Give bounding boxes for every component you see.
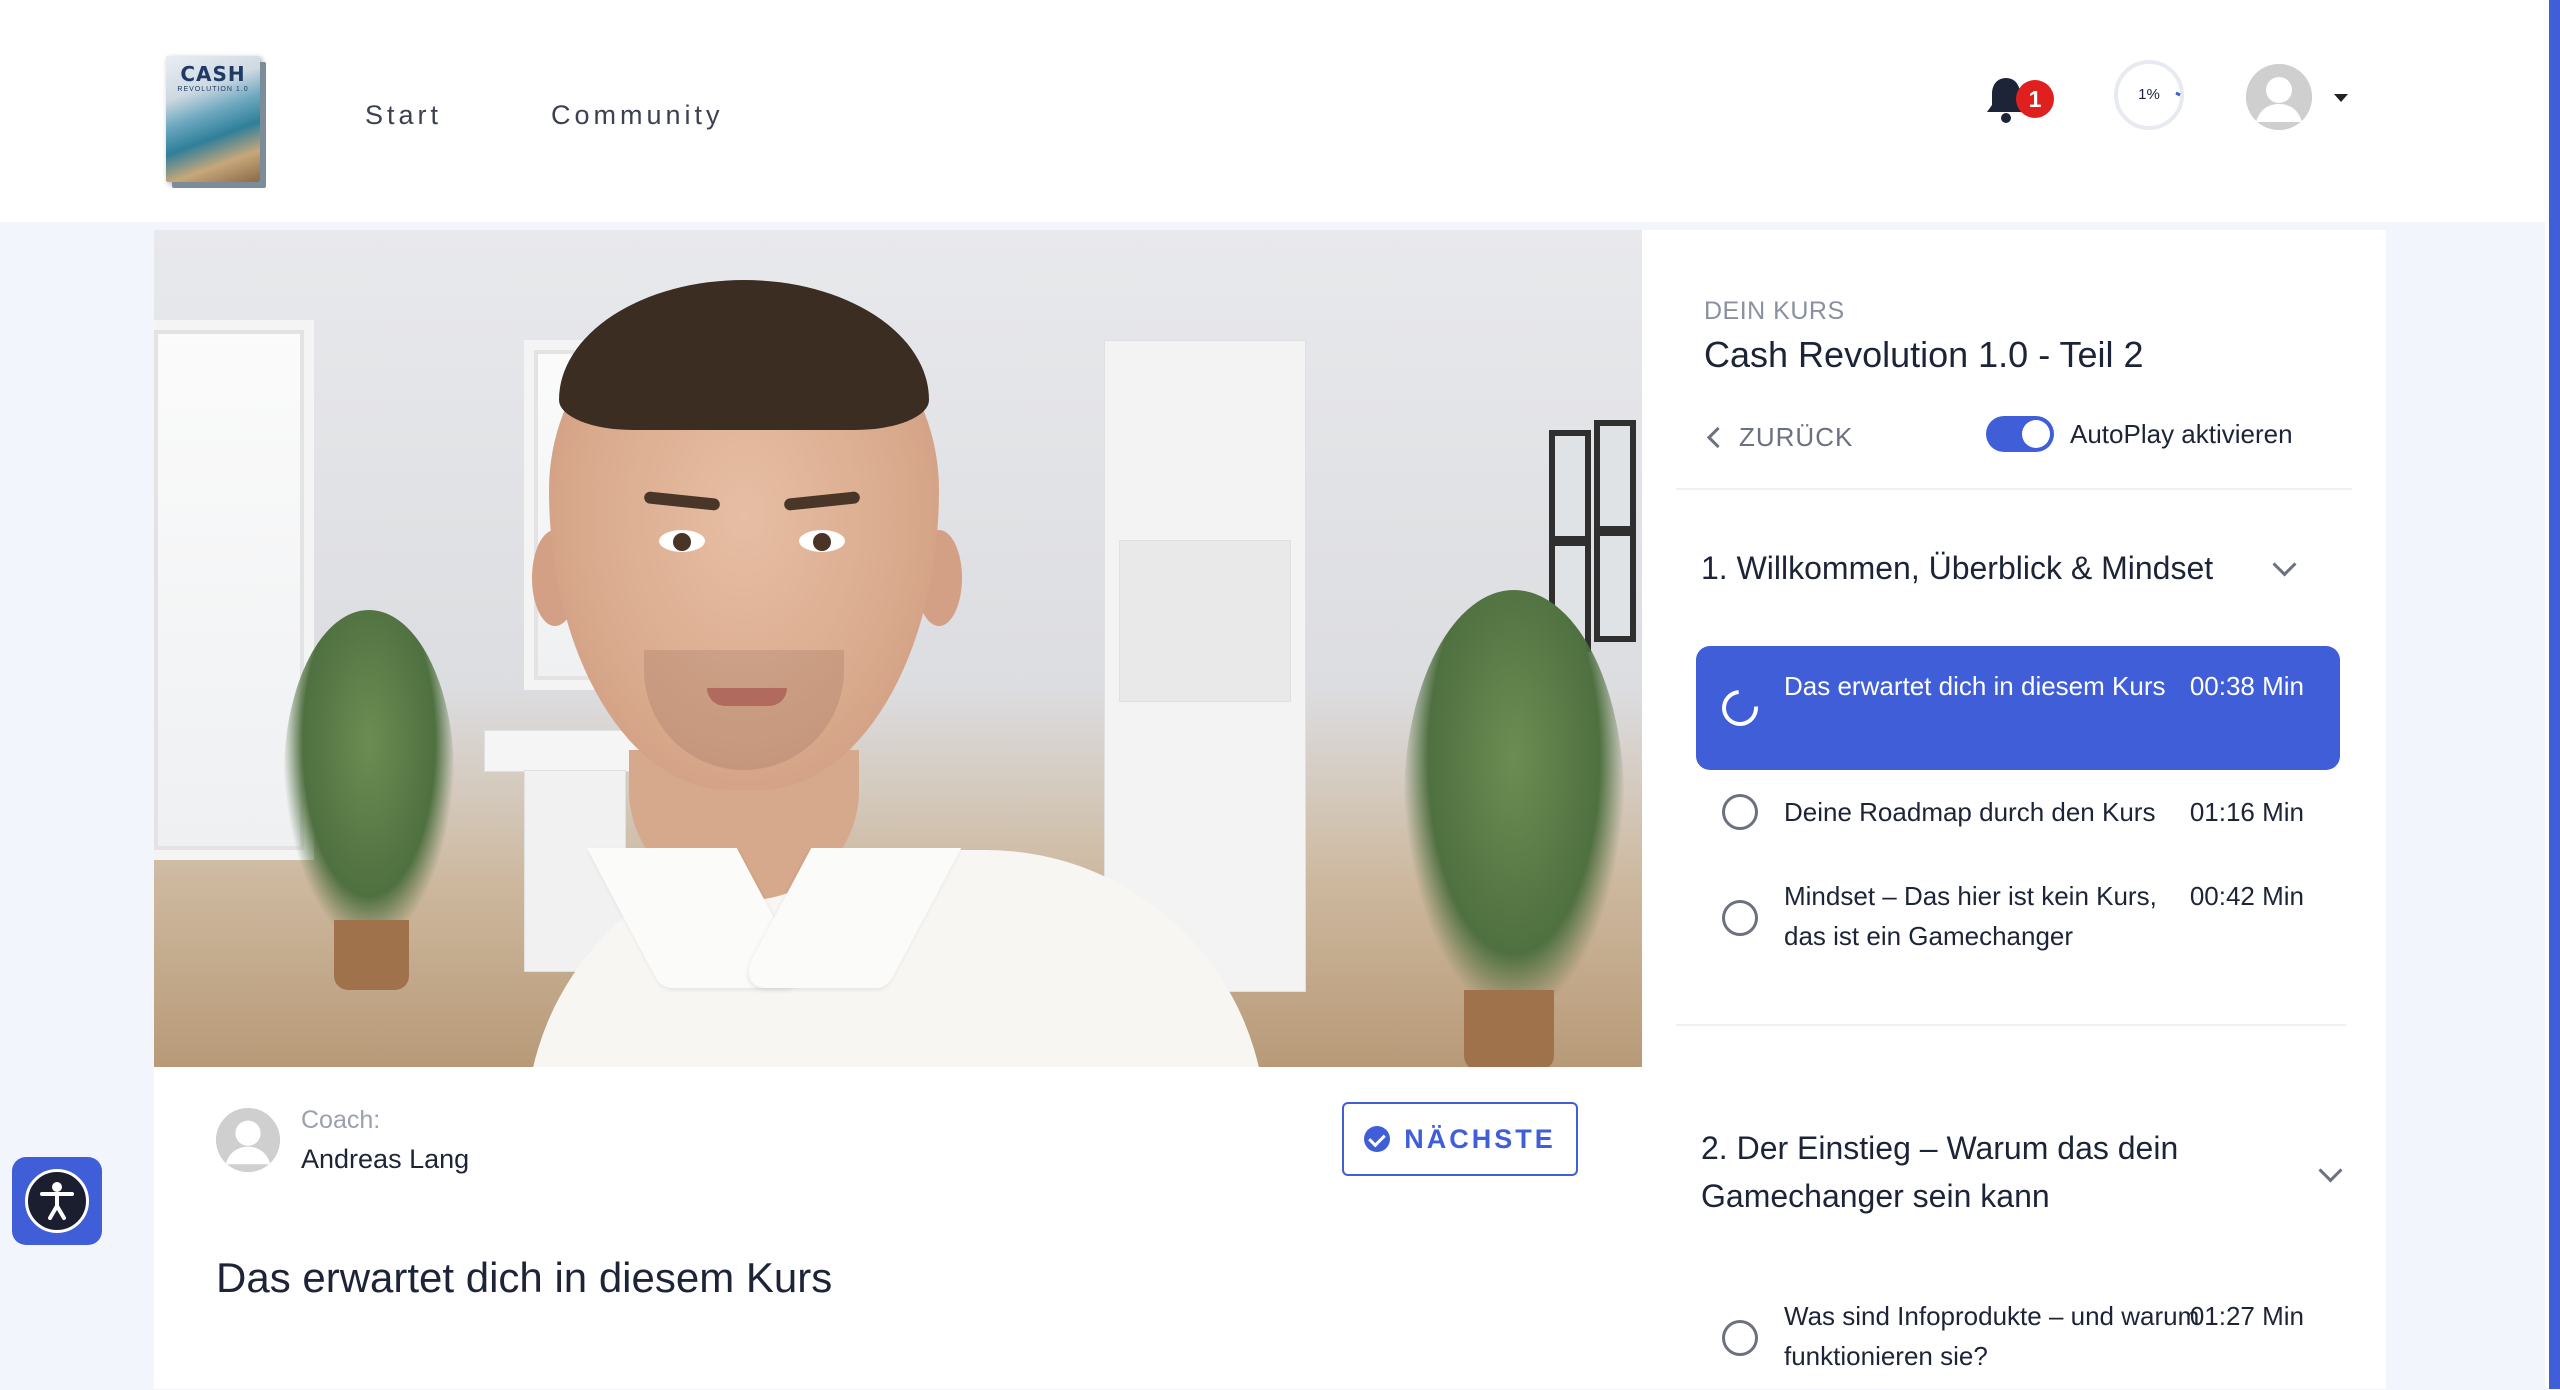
plant-left [284,610,454,940]
presenter-eye [799,530,845,552]
lesson-status-icon [1722,900,1758,936]
lesson-item[interactable]: Mindset – Das hier ist kein Kurs, das is… [1696,870,2340,970]
plant-right [1404,590,1624,1010]
check-circle-icon [1364,1126,1391,1152]
autoplay-label: AutoPlay aktivieren [2070,419,2293,449]
top-header: CASH REVOLUTION 1.0 Start Community 1 1% [0,0,2560,222]
next-lesson-button[interactable]: NÄCHSTE [1342,1102,1578,1176]
section-title[interactable]: 1. Willkommen, Überblick & Mindset [1701,544,2213,592]
video-player[interactable] [154,230,1642,1067]
course-logo[interactable]: CASH REVOLUTION 1.0 [166,56,260,182]
wall-frame [1594,420,1636,532]
back-label: ZURÜCK [1739,422,1854,452]
course-progress-ring[interactable]: 1% [2114,60,2184,130]
user-silhouette-icon [2246,64,2312,130]
logo-title: CASH [180,62,246,86]
coach-name: Andreas Lang [301,1144,470,1174]
logo-subtitle: REVOLUTION 1.0 [177,86,249,93]
lesson-item-active[interactable]: Das erwartet dich in diesem Kurs 00:38 M… [1696,646,2340,770]
nav-start[interactable]: Start [365,100,442,131]
course-kicker: DEIN KURS [1704,297,1845,325]
accessibility-button[interactable] [12,1157,102,1245]
lesson-status-icon [1722,1320,1758,1356]
lesson-status-icon [1714,682,1766,734]
nav-community[interactable]: Community [551,100,724,131]
lesson-name: Mindset – Das hier ist kein Kurs, das is… [1784,881,2157,951]
lesson-name: Deine Roadmap durch den Kurs [1784,797,2156,827]
user-menu-caret-icon[interactable] [2334,94,2348,102]
accessibility-icon [25,1169,89,1233]
user-avatar[interactable] [2246,64,2312,130]
lesson-duration: 01:16 Min [2189,797,2304,827]
section-title[interactable]: 2. Der Einstieg – Warum das dein Gamecha… [1701,1124,2261,1220]
progress-label: 1% [2138,86,2160,103]
lesson-item[interactable]: Was sind Infoprodukte – und warum funkti… [1696,1290,2340,1390]
sidebar-divider [1676,488,2352,490]
course-title: Cash Revolution 1.0 - Teil 2 [1704,334,2144,375]
coach-avatar [216,1108,280,1172]
autoplay-toggle[interactable] [1986,416,2054,452]
back-button[interactable]: ZURÜCK [1704,422,1853,453]
next-lesson-label: NÄCHSTE [1404,1123,1556,1154]
wall-frame [1549,430,1591,542]
lesson-item[interactable]: Deine Roadmap durch den Kurs 01:16 Min [1696,780,2340,846]
room-shelf-books [1119,540,1291,702]
lesson-duration: 00:38 Min [2189,671,2304,701]
coach-label: Coach: [301,1106,381,1134]
accessibility-figure [40,1182,74,1220]
presenter-eye [659,530,705,552]
pot-left [334,920,409,990]
lesson-duration: 00:42 Min [2189,881,2304,911]
user-silhouette-icon [216,1108,280,1172]
lesson-name: Das erwartet dich in diesem Kurs [1784,671,2166,701]
chevron-left-icon [1706,426,1729,449]
lesson-name: Was sind Infoprodukte – und warum funkti… [1784,1301,2200,1371]
pot-right [1464,990,1554,1067]
presenter-hair [559,280,929,430]
lesson-duration: 01:27 Min [2189,1301,2304,1331]
notification-badge: 1 [2016,80,2054,118]
presenter-mouth [707,688,787,706]
wall-frame [1594,530,1636,642]
window-edge-accent [2549,0,2560,1389]
sidebar-divider [1676,1024,2346,1026]
lesson-title: Das erwartet dich in diesem Kurs [216,1254,833,1301]
lesson-status-icon [1722,794,1758,830]
